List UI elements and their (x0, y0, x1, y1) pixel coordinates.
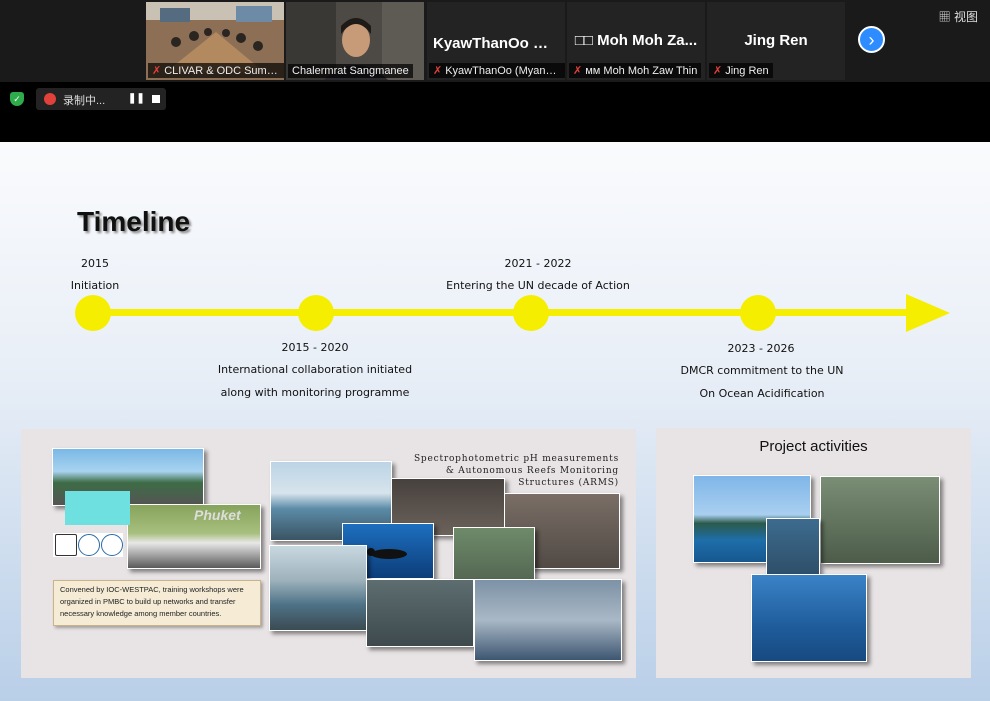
timeline-arrowhead (906, 294, 950, 332)
participant-caption: ✗ CLIVAR & ODC Summ... (148, 63, 284, 78)
westpac-logo-icon (101, 534, 123, 556)
project-activities-title: Project activities (759, 438, 868, 455)
boat-photo (269, 545, 367, 631)
timeline-text: DMCR commitment to the UN (680, 364, 844, 377)
sampling-photo (820, 476, 940, 564)
participant-display-name: Jing Ren (744, 32, 808, 49)
unesco-logo-icon (55, 534, 77, 556)
workshop-panel: Phuket Convened by IOC-WESTPAC, training… (21, 429, 636, 678)
cloud-record-icon (44, 93, 56, 105)
recording-bar: ✓ 录制中... ❚❚ (0, 86, 990, 112)
timeline-text: along with monitoring programme (220, 386, 410, 399)
participant-tile-jingren[interactable]: Jing Ren ✗ Jing Ren (707, 2, 845, 80)
participant-display-name: KyawThanOo （... (433, 35, 561, 52)
workshop-photo (366, 579, 474, 647)
decorative-band (65, 491, 130, 525)
logos-strip (53, 533, 123, 557)
participant-tile-clivar[interactable]: ✗ CLIVAR & ODC Summ... (146, 2, 284, 80)
screen-share-border (0, 112, 990, 142)
recording-status: 录制中... ❚❚ (36, 88, 166, 110)
timeline-text: Entering the UN decade of Action (446, 279, 630, 292)
shared-slide: Timeline 2015 Initiation 2015 - 2020 Int… (0, 142, 990, 701)
meeting-room-photo (474, 579, 622, 661)
participant-strip: ✗ CLIVAR & ODC Summ... Chalermrat Sangman… (0, 0, 990, 82)
participant-tile-mohmohzaw[interactable]: □□ Moh Moh Za... ✗ ᴍᴍ Moh Moh Zaw Thin (567, 2, 705, 80)
participant-caption: ✗ KyawThanOo (Myanm... (429, 63, 565, 78)
mic-muted-icon: ✗ (433, 65, 443, 77)
timeline-year: 2015 - 2020 (281, 341, 349, 354)
timeline-text: Initiation (70, 279, 120, 292)
project-activities-panel: Project activities (656, 428, 971, 678)
participant-tile-kyawthanoo[interactable]: KyawThanOo （... ✗ KyawThanOo (Myanm... (427, 2, 565, 80)
recording-label: 录制中... (63, 95, 106, 107)
timeline-year: 2021 - 2022 (504, 257, 572, 270)
participant-caption: ✗ ᴍᴍ Moh Moh Zaw Thin (569, 63, 702, 78)
banner-text: Phuket (194, 507, 241, 523)
workshop-note: Convened by IOC-WESTPAC, training worksh… (53, 580, 261, 626)
timeline-node-2023-2026 (740, 295, 776, 331)
timeline-line (92, 309, 914, 316)
timeline-text: On Ocean Acidification (699, 387, 825, 400)
timeline-node-2021-2022 (513, 295, 549, 331)
participant-tile-chalermrat[interactable]: Chalermrat Sangmanee (286, 2, 424, 80)
timeline-year: 2023 - 2026 (727, 342, 795, 355)
timeline-year: 2015 (81, 257, 109, 270)
timeline-text: International collaboration initiated (217, 363, 413, 376)
next-page-button[interactable]: › (858, 26, 885, 53)
mic-muted-icon: ✗ (152, 65, 162, 77)
ocean-deployment-photo (751, 574, 867, 662)
participant-caption: ✗ Jing Ren (709, 63, 773, 78)
participant-display-name: □□ Moh Moh Za... (574, 32, 698, 49)
grid-icon: ▦ (938, 10, 954, 24)
chevron-right-icon: › (868, 30, 875, 50)
shield-icon: ✓ (10, 92, 24, 106)
stop-recording-button[interactable] (152, 95, 160, 103)
timeline-node-2015 (75, 295, 111, 331)
ioc-logo-icon (78, 534, 100, 556)
view-button[interactable]: ▦ 视图 (939, 8, 978, 25)
timeline-node-2015-2020 (298, 295, 334, 331)
group-photo: Phuket (127, 504, 261, 569)
participant-caption: Chalermrat Sangmanee (288, 64, 413, 78)
mic-muted-icon: ✗ (573, 65, 583, 77)
mic-muted-icon: ✗ (713, 65, 723, 77)
pause-recording-button[interactable]: ❚❚ (128, 93, 145, 104)
